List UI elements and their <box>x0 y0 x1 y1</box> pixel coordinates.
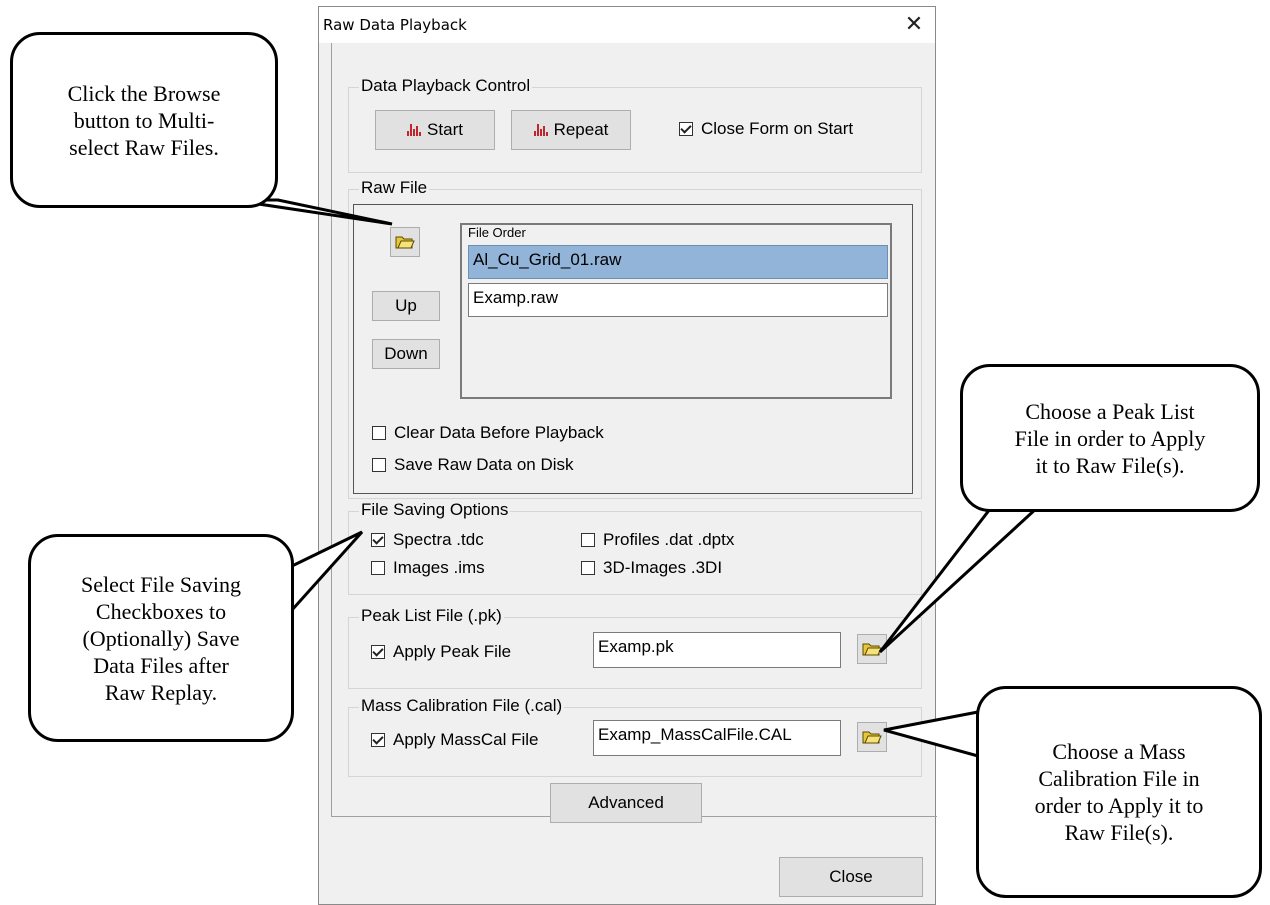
callout-line: File in order to Apply <box>1014 425 1206 451</box>
callout-line: Select File Saving <box>80 571 242 597</box>
callout-line: Choose a Mass <box>1052 739 1186 764</box>
callout-line: Data Files after <box>93 652 229 678</box>
callout-line: Raw Replay. <box>104 679 218 705</box>
mass-calibration-callout: Choose a Mass Calibration File in order … <box>976 686 1262 898</box>
browse-callout: Click the Browse button to Multi- select… <box>10 32 278 208</box>
peak-list-callout: Choose a Peak List File in order to Appl… <box>960 364 1260 512</box>
callout-line: button to Multi- <box>73 107 215 133</box>
callout-line: Calibration File in <box>1038 766 1200 791</box>
callout-line: (Optionally) Save <box>82 625 240 651</box>
callout-line: Click the Browse <box>67 80 221 106</box>
callout-line: Choose a Peak List <box>1025 398 1195 424</box>
callout-line: order to Apply it to <box>1034 793 1204 818</box>
callout-line: it to Raw File(s). <box>1035 452 1185 478</box>
callout-line: Checkboxes to <box>95 598 227 624</box>
file-saving-callout: Select File Saving Checkboxes to (Option… <box>28 534 294 742</box>
callout-line: select Raw Files. <box>69 134 219 160</box>
callout-line: Raw File(s). <box>1064 820 1174 845</box>
